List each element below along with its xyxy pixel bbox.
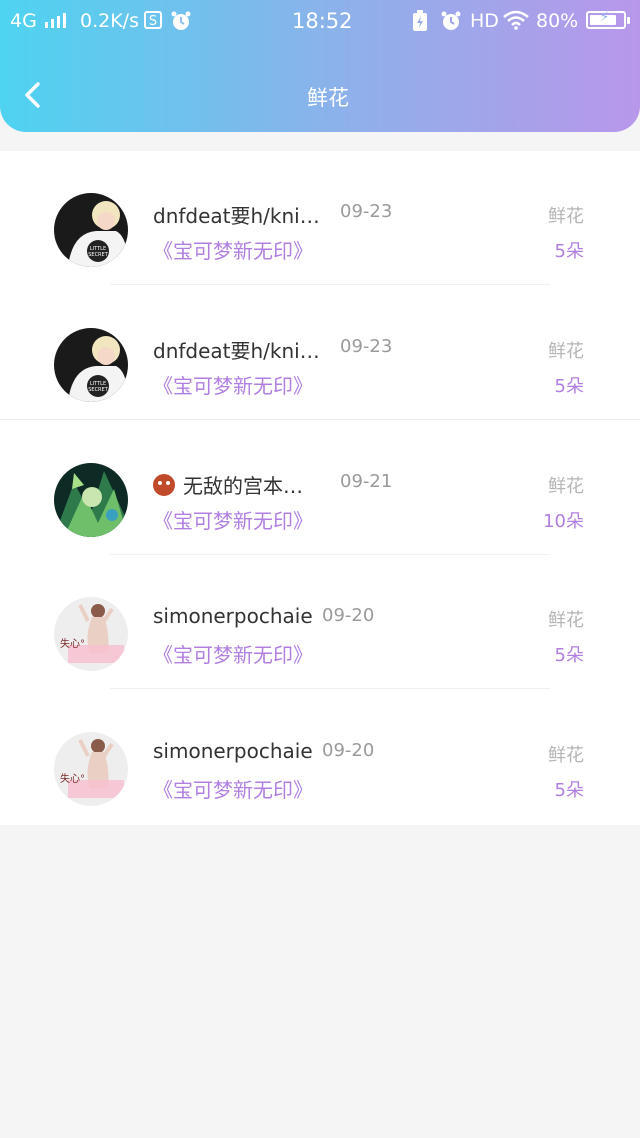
avatar[interactable] (54, 463, 128, 537)
avatar[interactable]: 失心° (54, 732, 128, 806)
signal-icon (44, 13, 66, 28)
row-divider (110, 688, 550, 689)
record-date: 09-23 (340, 336, 393, 357)
gift-type: 鲜花 (548, 476, 584, 497)
svg-text:SECRET: SECRET (88, 252, 108, 258)
network-speed: 0.2K/s (80, 10, 139, 32)
ogre-emoji-icon (153, 474, 175, 496)
charging-icon (412, 10, 428, 37)
battery-nub (627, 17, 630, 24)
record-date: 09-20 (322, 740, 375, 761)
avatar[interactable]: 失心° (54, 597, 128, 671)
username: dnfdeat要h/kni… (153, 339, 320, 363)
list-item[interactable]: 失心° simonerpochaie 09-20 《宝可梦新无印》 鲜花 5朵 (0, 690, 640, 824)
gift-type: 鲜花 (548, 610, 584, 631)
gift-type: 鲜花 (548, 341, 584, 362)
gift-record-list: LITTLE SECRET dnfdeat要h/kni… 09-23 《宝可梦新… (0, 151, 640, 825)
username: simonerpochaie (153, 739, 313, 763)
username: dnfdeat要h/kni… (153, 204, 320, 228)
avatar[interactable]: LITTLE SECRET (54, 328, 128, 402)
gift-type: 鲜花 (548, 206, 584, 227)
avatar-text: 失心° (60, 772, 85, 785)
page-title: 鲜花 (307, 86, 349, 110)
avatar[interactable]: LITTLE SECRET (54, 193, 128, 267)
wifi-icon (503, 10, 529, 35)
battery-bolt-icon: ⚡ (600, 10, 610, 25)
row-divider (110, 284, 550, 285)
alarm-icon-2 (440, 10, 462, 37)
list-item[interactable]: LITTLE SECRET dnfdeat要h/kni… 09-23 《宝可梦新… (0, 151, 640, 285)
gift-name[interactable]: 《宝可梦新无印》 (153, 370, 313, 399)
list-item[interactable]: LITTLE SECRET dnfdeat要h/kni… 09-23 《宝可梦新… (0, 286, 640, 420)
gift-count: 5朵 (554, 780, 584, 801)
s-app-icon: S (144, 11, 162, 29)
svg-text:SECRET: SECRET (88, 387, 108, 393)
list-item[interactable]: 无敌的宫本… 09-21 《宝可梦新无印》 鲜花 10朵 (0, 421, 640, 555)
status-time: 18:52 (292, 9, 353, 33)
gift-name[interactable]: 《宝可梦新无印》 (153, 235, 313, 264)
hd-indicator: HD (470, 10, 499, 32)
record-date: 09-23 (340, 201, 393, 222)
username: simonerpochaie (153, 604, 313, 628)
gift-count: 5朵 (554, 241, 584, 262)
row-divider (0, 419, 640, 420)
username-text: 无敌的宫本… (183, 474, 303, 498)
gift-name[interactable]: 《宝可梦新无印》 (153, 639, 313, 668)
status-bar: 4G 0.2K/s S 18:52 HD 80% ⚡ (0, 0, 640, 44)
gift-count: 5朵 (554, 376, 584, 397)
header-bar: 4G 0.2K/s S 18:52 HD 80% ⚡ 鲜花 (0, 0, 640, 132)
avatar-text: 失心° (60, 637, 85, 650)
list-item[interactable]: 失心° simonerpochaie 09-20 《宝可梦新无印》 鲜花 5朵 (0, 555, 640, 689)
record-date: 09-20 (322, 605, 375, 626)
battery-icon: ⚡ (586, 10, 630, 29)
network-indicator: 4G (10, 10, 69, 32)
record-date: 09-21 (340, 471, 393, 492)
battery-percent: 80% (536, 10, 579, 32)
gift-type: 鲜花 (548, 745, 584, 766)
gift-count: 5朵 (554, 645, 584, 666)
gift-name[interactable]: 《宝可梦新无印》 (153, 774, 313, 803)
alarm-icon (170, 10, 192, 37)
gift-name[interactable]: 《宝可梦新无印》 (153, 505, 313, 534)
gift-count: 10朵 (543, 511, 584, 532)
username: 无敌的宫本… (153, 470, 303, 499)
